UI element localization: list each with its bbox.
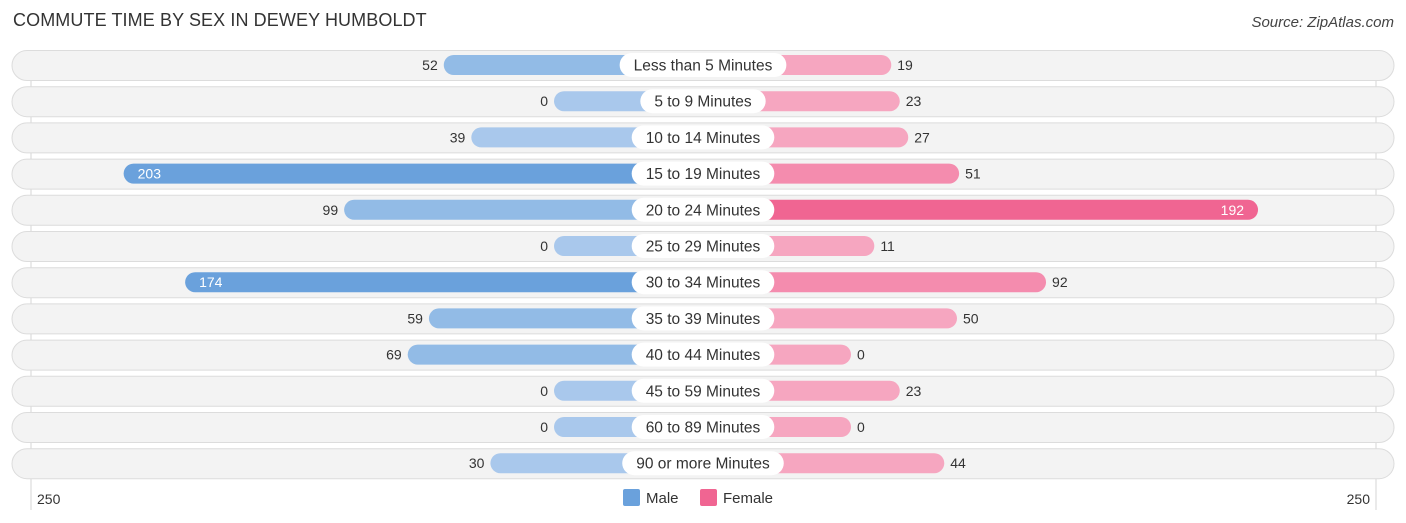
category-label: 30 to 34 Minutes: [646, 275, 761, 292]
male-value-label: 0: [540, 93, 548, 109]
category-label: 15 to 19 Minutes: [646, 166, 761, 183]
category-label: 40 to 44 Minutes: [646, 347, 761, 364]
female-value-label: 192: [1221, 202, 1245, 218]
female-value-label: 92: [1052, 274, 1068, 290]
male-value-label: 0: [540, 419, 548, 435]
male-value-label: 52: [422, 57, 438, 73]
axis-label-right: 250: [1347, 491, 1371, 507]
female-value-label: 11: [880, 238, 895, 254]
commute-chart: 52 19 Less than 5 Minutes 0 23 5 to 9 Minutes…: [11, 50, 1395, 510]
category-label: 25 to 29 Minutes: [646, 239, 761, 256]
category-label: 5 to 9 Minutes: [654, 94, 752, 111]
legend-label-male: Male: [646, 490, 679, 507]
male-value-label: 203: [138, 166, 162, 182]
male-value-label: 59: [407, 310, 423, 326]
female-value-label: 27: [914, 129, 930, 145]
female-bar: [703, 199, 1259, 220]
female-value-label: 0: [857, 419, 865, 435]
male-value-label: 39: [450, 129, 466, 145]
category-label: 45 to 59 Minutes: [646, 383, 761, 400]
female-value-label: 0: [857, 347, 865, 363]
male-value-label: 30: [469, 455, 485, 471]
category-label: 60 to 89 Minutes: [646, 420, 761, 437]
female-value-label: 23: [906, 383, 922, 399]
legend-swatch-male: [623, 489, 640, 506]
category-label: 90 or more Minutes: [636, 456, 770, 473]
legend-swatch-female: [700, 489, 717, 506]
male-value-label: 99: [323, 202, 339, 218]
female-value-label: 23: [906, 93, 922, 109]
category-label: 35 to 39 Minutes: [646, 311, 761, 328]
legend-label-female: Female: [723, 490, 773, 507]
male-bar: [123, 163, 703, 184]
category-label: 20 to 24 Minutes: [646, 202, 761, 219]
female-value-label: 19: [897, 57, 913, 73]
male-value-label: 0: [540, 383, 548, 399]
male-value-label: 174: [199, 274, 223, 290]
male-value-label: 0: [540, 238, 548, 254]
male-value-label: 69: [386, 347, 402, 363]
female-value-label: 50: [963, 310, 979, 326]
female-value-label: 44: [950, 455, 966, 471]
male-bar: [185, 272, 703, 293]
category-label: Less than 5 Minutes: [634, 58, 773, 75]
axis-label-left: 250: [37, 491, 61, 507]
category-label: 10 to 14 Minutes: [646, 130, 761, 147]
female-value-label: 51: [965, 166, 981, 182]
